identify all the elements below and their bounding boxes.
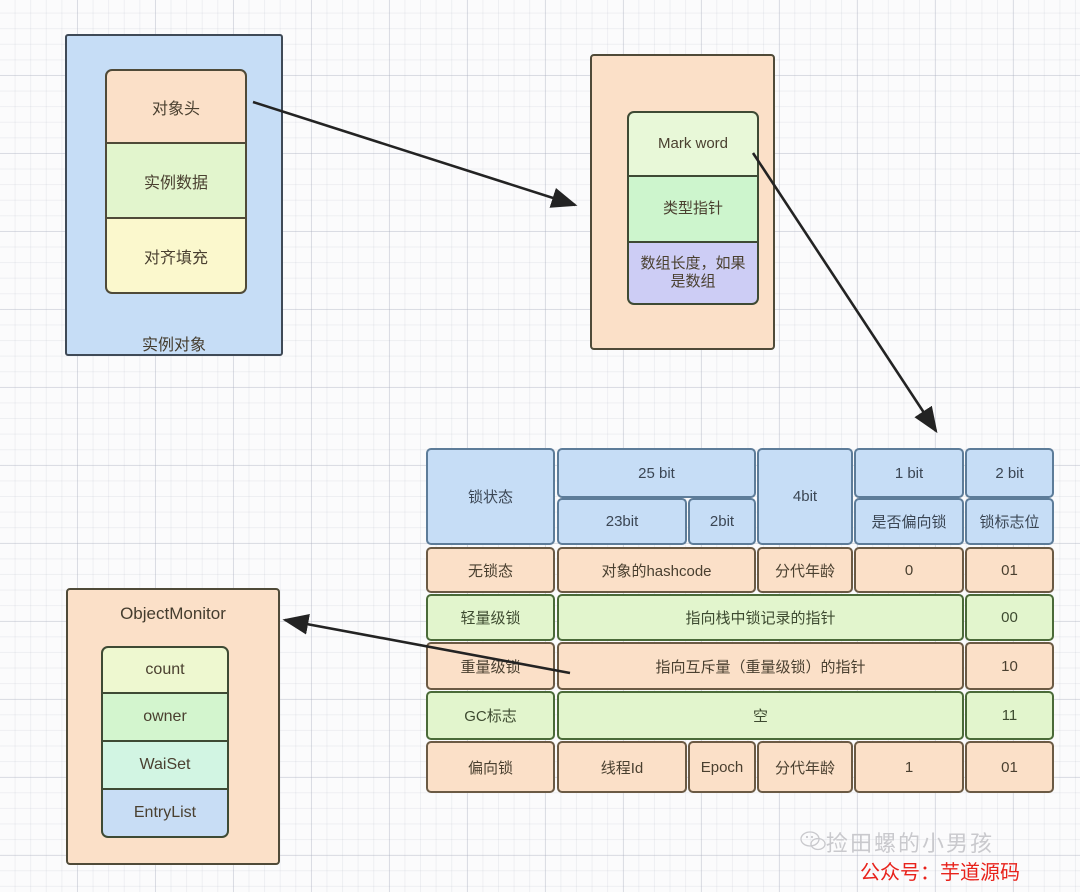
cell-value: 指向互斥量（重量级锁）的指针 <box>655 658 866 676</box>
cell-value: 11 <box>1001 707 1018 724</box>
field-label: count <box>145 661 185 678</box>
segment-label: 类型指针 <box>662 200 723 217</box>
header-biased-flag: 是否偏向锁 <box>854 498 964 545</box>
cell-value: 空 <box>752 708 768 725</box>
cell-biased-bit: 1 <box>854 741 964 793</box>
object-header-segments: Mark word 类型指针 数组长度，如果是数组 <box>627 111 759 305</box>
cell-value: Epoch <box>700 758 744 776</box>
cell-value: 1 <box>904 758 914 776</box>
field-count: count <box>101 646 229 694</box>
watermark-account-name: 捡田螺的小男孩 <box>826 831 995 856</box>
cell-lock-flag: 00 <box>965 594 1054 641</box>
header-label: 是否偏向锁 <box>871 514 947 531</box>
cell-generational-age: 分代年龄 <box>757 547 853 593</box>
field-entrylist: EntryList <box>101 790 229 838</box>
object-monitor-box: ObjectMonitor count owner WaiSet EntryLi… <box>66 588 280 865</box>
segment-label: 数组长度，如果是数组 <box>640 255 746 290</box>
cell-value: 分代年龄 <box>774 562 835 580</box>
cell-thread-id: 线程Id <box>557 741 687 793</box>
segment-label: Mark word <box>657 135 728 152</box>
table-row: 偏向锁 <box>426 741 555 793</box>
header-label: 2 bit <box>995 464 1024 482</box>
field-waiset: WaiSet <box>101 742 229 790</box>
field-owner: owner <box>101 694 229 742</box>
field-label: EntryList <box>133 804 197 821</box>
cell-value: 线程Id <box>600 759 644 777</box>
segment-alignment-padding: 对齐填充 <box>105 219 247 294</box>
cell-value: 0 <box>904 561 914 579</box>
field-label: owner <box>143 708 187 725</box>
segment-label: 对象头 <box>151 100 200 118</box>
table-row: 轻量级锁 <box>426 594 555 641</box>
cell-lock-flag: 11 <box>965 691 1054 740</box>
cell-lock-flag: 01 <box>965 741 1054 793</box>
header-23bit: 23bit <box>557 498 687 545</box>
row-state-label: 无锁态 <box>467 562 513 580</box>
cell-epoch: Epoch <box>688 741 756 793</box>
row-state-label: GC标志 <box>464 708 517 725</box>
cell-value: 指向栈中锁记录的指针 <box>685 610 836 627</box>
mark-word-layout-table: 锁状态 25 bit 23bit 2bit 4bit 1 bit 是否偏向锁 2… <box>426 448 1054 794</box>
header-lock-flag-bits: 锁标志位 <box>965 498 1054 545</box>
cell-value: 对象的hashcode <box>601 562 712 580</box>
segment-label: 实例数据 <box>143 174 208 192</box>
cell-lock-flag: 10 <box>965 642 1054 690</box>
row-state-label: 偏向锁 <box>467 759 513 777</box>
header-lock-state: 锁状态 <box>426 448 555 545</box>
row-state-label: 重量级锁 <box>460 658 521 676</box>
table-row: 无锁态 <box>426 547 555 593</box>
cell-value: 分代年龄 <box>774 759 835 777</box>
header-2bit: 2 bit <box>965 448 1054 498</box>
watermark: 捡田螺的小男孩 公众号：芋道源码 <box>800 826 1075 886</box>
segment-mark-word: Mark word <box>627 111 759 177</box>
wechat-icon <box>800 831 826 851</box>
cell-value: 10 <box>1001 657 1018 675</box>
cell-value: 01 <box>1001 758 1018 776</box>
cell-generational-age: 分代年龄 <box>757 741 853 793</box>
cell-stack-lock-record-pointer: 指向栈中锁记录的指针 <box>557 594 964 641</box>
header-label: 25 bit <box>638 464 675 482</box>
cell-lock-flag: 01 <box>965 547 1054 593</box>
segment-label: 对齐填充 <box>143 249 208 267</box>
object-header-box: Mark word 类型指针 数组长度，如果是数组 <box>590 54 775 350</box>
row-state-label: 轻量级锁 <box>460 610 521 627</box>
watermark-public-account: 公众号：芋道源码 <box>860 860 1020 884</box>
segment-instance-data: 实例数据 <box>105 144 247 219</box>
cell-biased-bit: 0 <box>854 547 964 593</box>
table-row: 重量级锁 <box>426 642 555 690</box>
cell-empty: 空 <box>557 691 964 740</box>
header-25bit: 25 bit <box>557 448 756 498</box>
instance-object-caption: 实例对象 <box>141 337 206 354</box>
cell-mutex-pointer: 指向互斥量（重量级锁）的指针 <box>557 642 964 690</box>
arrow-header-to-detail <box>252 100 578 208</box>
object-monitor-fields: count owner WaiSet EntryList <box>101 646 229 838</box>
header-label: 4bit <box>792 488 818 505</box>
cell-value: 01 <box>1001 561 1018 579</box>
header-label: 1 bit <box>894 464 924 482</box>
header-2bit-sub: 2bit <box>688 498 756 545</box>
table-row: GC标志 <box>426 691 555 740</box>
instance-object-segments: 对象头 实例数据 对齐填充 <box>105 69 247 294</box>
header-label: 锁状态 <box>467 489 513 506</box>
cell-value: 00 <box>1001 609 1018 626</box>
header-label: 锁标志位 <box>979 514 1040 531</box>
cell-hashcode: 对象的hashcode <box>557 547 756 593</box>
header-label: 23bit <box>605 513 639 530</box>
segment-array-length: 数组长度，如果是数组 <box>627 243 759 305</box>
field-label: WaiSet <box>139 756 191 773</box>
arrow-markword-to-table <box>751 152 938 434</box>
object-monitor-title: ObjectMonitor <box>120 604 226 623</box>
header-1bit: 1 bit <box>854 448 964 498</box>
header-label: 2bit <box>709 513 735 530</box>
segment-object-header: 对象头 <box>105 69 247 144</box>
segment-class-pointer: 类型指针 <box>627 177 759 243</box>
header-4bit: 4bit <box>757 448 853 545</box>
instance-object-box: 对象头 实例数据 对齐填充 实例对象 <box>65 34 283 356</box>
